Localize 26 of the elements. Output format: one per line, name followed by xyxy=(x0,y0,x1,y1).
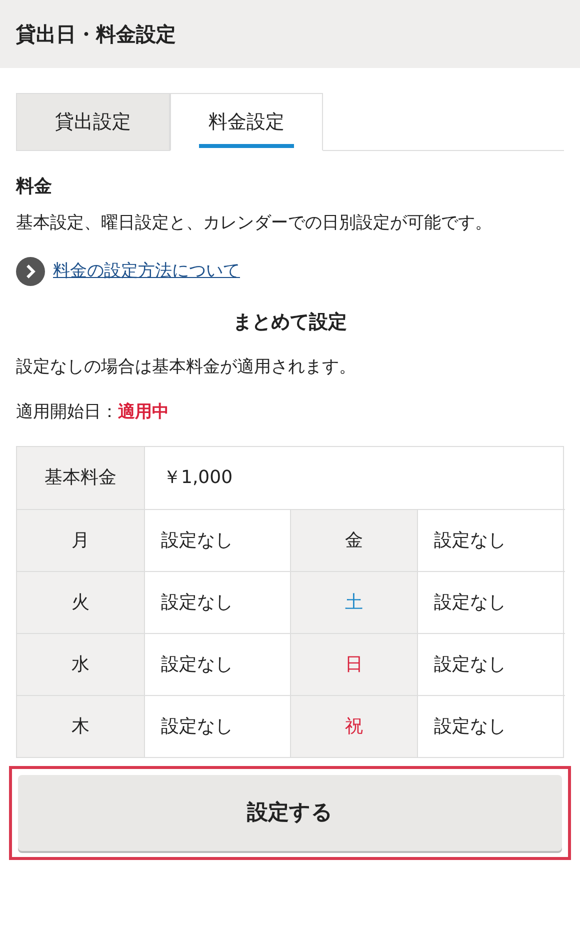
description-text: 基本設定、曜日設定と、カレンダーでの日別設定が可能です。 xyxy=(16,212,493,235)
day-header-cell: 日 xyxy=(291,632,418,694)
day-header-cell: 月 xyxy=(17,508,145,570)
day-header-cell: 木 xyxy=(17,694,145,756)
bulk-heading: まとめて設定 xyxy=(232,310,348,335)
submit-button[interactable]: 設定する xyxy=(18,774,562,850)
start-date-label: 適用開始日： xyxy=(16,401,118,424)
day-header-cell: 金 xyxy=(291,508,418,570)
table-cell-text: ￥1,000 xyxy=(162,466,234,490)
day-header-cell: 祝 xyxy=(291,694,418,756)
tab[interactable]: 料金設定 xyxy=(170,93,323,151)
table-cell: 設定なし xyxy=(418,632,565,694)
tab[interactable]: 貸出設定 xyxy=(16,93,170,151)
page-title: 貸出日・料金設定 xyxy=(16,21,176,48)
table-cell: 設定なし xyxy=(418,570,565,632)
status-text: 適用中 xyxy=(118,401,169,424)
day-header-cell: 土 xyxy=(291,570,418,632)
table-header-cell: 基本料金 xyxy=(17,446,145,508)
note-text: 設定なしの場合は基本料金が適用されます。 xyxy=(16,356,357,378)
day-header-cell: 水 xyxy=(17,632,145,694)
table-cell: 設定なし xyxy=(418,694,565,756)
help-link[interactable]: 料金の設定方法について xyxy=(53,258,240,284)
table-cell: 設定なし xyxy=(418,508,565,570)
day-header-cell: 火 xyxy=(17,570,145,632)
section-heading: 料金 xyxy=(16,175,53,199)
chevron-right-icon xyxy=(16,257,45,286)
